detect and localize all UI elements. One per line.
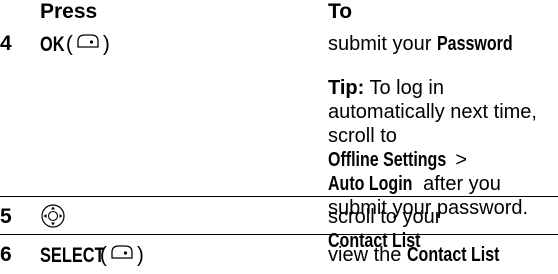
to-cell-submit-password: submit your Password [328, 32, 556, 56]
to-text: scroll to your [328, 206, 442, 228]
step-number-5: 5 [0, 205, 12, 228]
to-text: submit your [328, 33, 437, 55]
paren-close: ) [136, 243, 144, 267]
paren-close: ) [102, 32, 110, 56]
to-cell-view-contact-list: view the Contact List [328, 243, 556, 267]
press-column-header: Press [40, 0, 98, 23]
navigation-key-icon [40, 203, 66, 235]
right-soft-key-icon [73, 32, 103, 58]
row-divider [0, 234, 558, 235]
to-column-header: To [328, 0, 353, 23]
press-cell-ok: OK () [40, 32, 110, 58]
press-cell-select: SELECT () [40, 243, 144, 269]
auto-login-term: Auto Login [328, 173, 413, 195]
offline-settings-term: Offline Settings [328, 149, 447, 171]
ok-key-label: OK [40, 32, 65, 56]
select-key-label: SELECT [40, 243, 105, 267]
press-cell-navigate [40, 203, 66, 235]
password-term: Password [436, 33, 513, 55]
row-divider [0, 196, 558, 197]
right-soft-key-icon [107, 243, 137, 269]
tip-label: Tip: [328, 77, 365, 99]
to-text: view the [328, 244, 407, 266]
tip-block: Tip: To log in automatically next time, … [328, 76, 556, 220]
step-number-6: 6 [0, 243, 12, 266]
contact-list-term: Contact List [406, 244, 500, 266]
tip-separator: > [449, 149, 468, 171]
step-number-4: 4 [0, 32, 12, 55]
